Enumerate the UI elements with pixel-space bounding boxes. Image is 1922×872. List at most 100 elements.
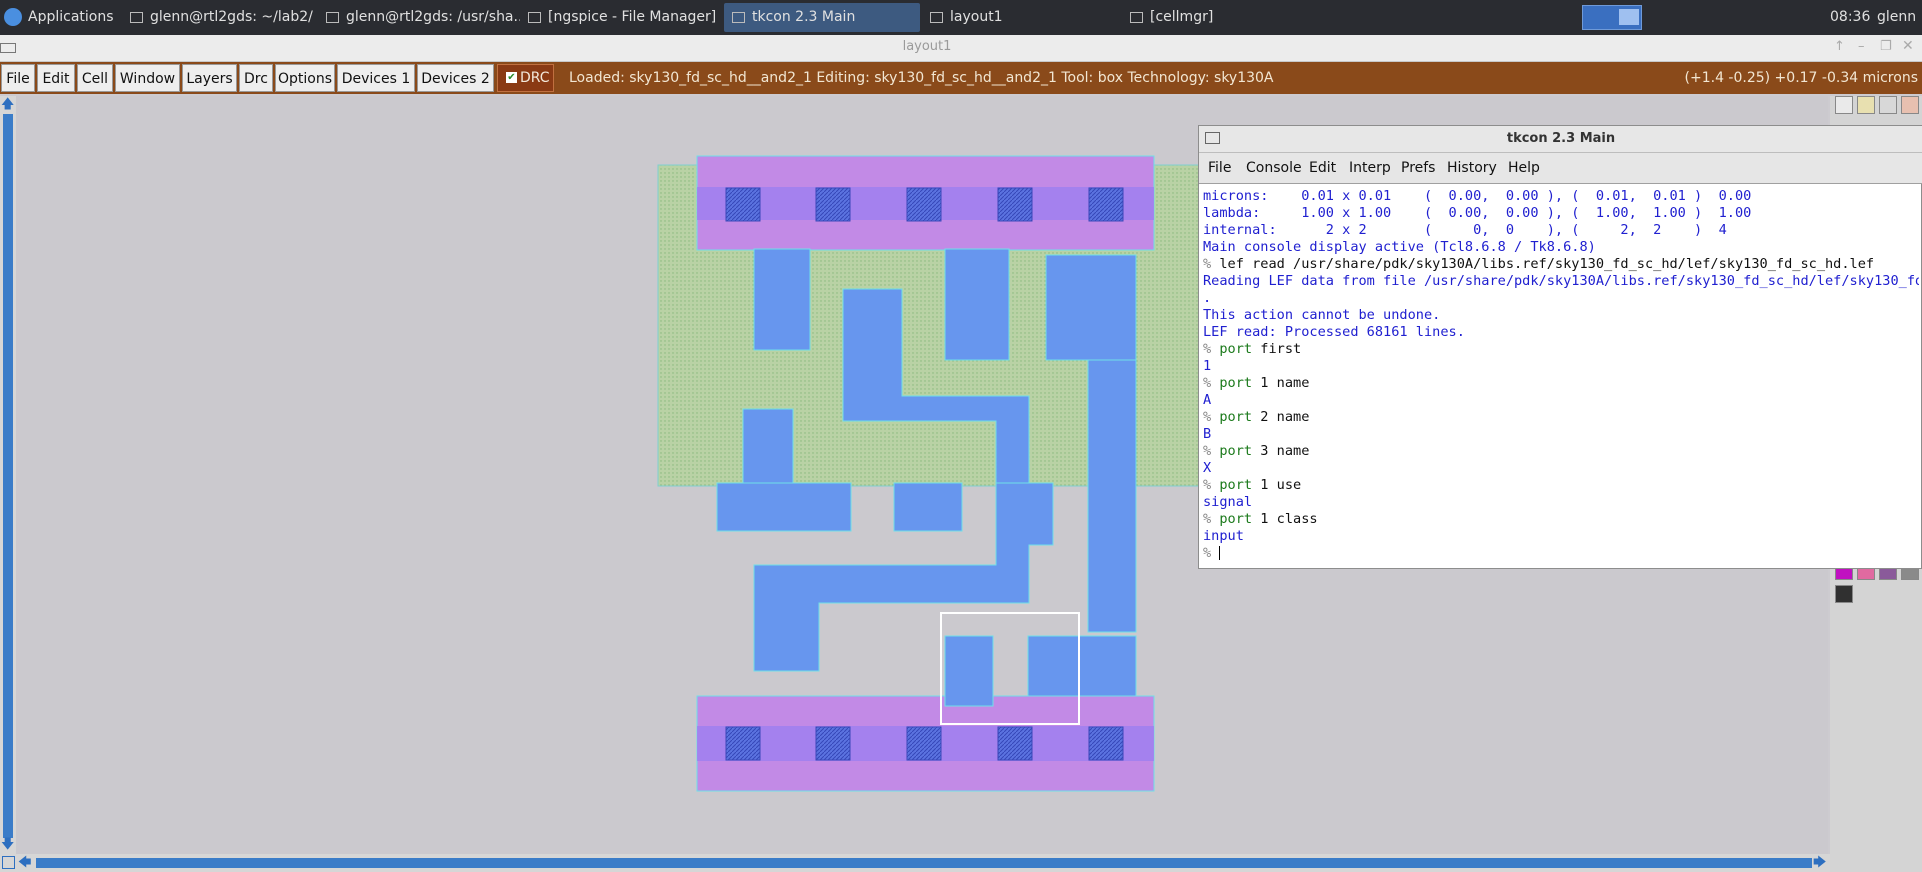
tkcon-menu-console[interactable]: Console bbox=[1246, 153, 1302, 183]
menu-drc[interactable]: Drc bbox=[239, 64, 273, 92]
horizontal-scroll-thumb[interactable] bbox=[36, 858, 1812, 868]
taskbar-item-terminal-1[interactable]: glenn@rtl2gds: ~/lab2/... bbox=[122, 3, 314, 32]
xfce-logo-icon bbox=[4, 8, 22, 26]
console-prompt: % bbox=[1203, 341, 1220, 357]
tkcon-console-output[interactable]: microns: 0.01 x 0.01 ( 0.00, 0.00 ), ( 0… bbox=[1203, 188, 1919, 568]
maximize-icon[interactable]: ❐ bbox=[1880, 39, 1892, 54]
console-line: X bbox=[1203, 460, 1919, 477]
console-input-text: 1 class bbox=[1252, 511, 1318, 527]
console-input-text: 2 name bbox=[1252, 409, 1310, 425]
minimize-icon[interactable]: – bbox=[1858, 39, 1865, 54]
layer-swatch[interactable] bbox=[1835, 585, 1853, 603]
metal1-shape bbox=[753, 248, 811, 351]
layer-swatch[interactable] bbox=[1879, 96, 1897, 114]
menu-devices-2[interactable]: Devices 2 bbox=[417, 64, 494, 92]
metal1-shape bbox=[716, 482, 852, 532]
taskbar-item-cellmgr[interactable]: [cellmgr] bbox=[1122, 3, 1318, 32]
menu-file[interactable]: File bbox=[1, 64, 35, 92]
drc-toggle[interactable]: ✔ DRC bbox=[497, 64, 554, 92]
clock: 08:36 bbox=[1830, 9, 1870, 25]
cursor-coordinates: (+1.4 -0.25) +0.17 -0.34 microns bbox=[1684, 70, 1918, 86]
workspace-switcher[interactable] bbox=[1582, 5, 1642, 30]
tkcon-menu-help[interactable]: Help bbox=[1508, 153, 1540, 183]
vertical-scrollbar[interactable]: 🡅 🡇 bbox=[0, 96, 16, 854]
console-prompt: % bbox=[1203, 511, 1220, 527]
console-output-text: Reading LEF data from file /usr/share/pd… bbox=[1203, 273, 1919, 289]
console-line: % bbox=[1203, 545, 1919, 562]
menu-window[interactable]: Window bbox=[115, 64, 180, 92]
metal1-shape bbox=[944, 635, 994, 707]
taskbar-item-terminal-2[interactable]: glenn@rtl2gds: /usr/sha... bbox=[318, 3, 520, 32]
console-input-text: 3 name bbox=[1252, 443, 1310, 459]
terminal-icon bbox=[326, 11, 339, 23]
console-line: % port 1 use bbox=[1203, 477, 1919, 494]
scroll-left-arrow-icon[interactable]: 🡄 bbox=[18, 854, 31, 872]
console-output-text: lambda: 1.00 x 1.00 ( 0.00, 0.00 ), ( 1.… bbox=[1203, 205, 1752, 221]
via-contact bbox=[815, 726, 851, 761]
metal1-shape bbox=[944, 248, 1010, 361]
terminal-icon bbox=[130, 11, 143, 23]
console-line: A bbox=[1203, 392, 1919, 409]
layer-swatch[interactable] bbox=[1901, 96, 1919, 114]
close-icon[interactable]: ✕ bbox=[1902, 38, 1914, 54]
layer-swatch[interactable] bbox=[1857, 96, 1875, 114]
console-command: port bbox=[1219, 477, 1253, 493]
menu-devices-1[interactable]: Devices 1 bbox=[337, 64, 415, 92]
taskbar-item-tkcon[interactable]: tkcon 2.3 Main bbox=[724, 3, 920, 32]
menu-edit[interactable]: Edit bbox=[37, 64, 75, 92]
window-icon bbox=[930, 11, 943, 23]
menu-layers[interactable]: Layers bbox=[182, 64, 237, 92]
move-up-icon[interactable]: ↑ bbox=[1834, 39, 1845, 54]
layer-swatch[interactable] bbox=[1835, 96, 1853, 114]
menu-cell[interactable]: Cell bbox=[77, 64, 113, 92]
console-line: % port 1 class bbox=[1203, 511, 1919, 528]
console-command: port bbox=[1219, 341, 1253, 357]
tkcon-menu-file[interactable]: File bbox=[1208, 153, 1231, 183]
tkcon-menu-interp[interactable]: Interp bbox=[1349, 153, 1391, 183]
folder-icon bbox=[528, 11, 541, 23]
tkcon-titlebar: tkcon 2.3 Main bbox=[1199, 126, 1922, 153]
via-contact bbox=[725, 726, 761, 761]
console-output-text: Main console display active (Tcl8.6.8 / … bbox=[1203, 239, 1596, 255]
console-output-text: X bbox=[1203, 460, 1212, 476]
window-icon bbox=[1130, 11, 1143, 23]
taskbar-item-layout1[interactable]: layout1 bbox=[922, 3, 1118, 32]
workspace-2[interactable] bbox=[1619, 9, 1639, 25]
console-line: B bbox=[1203, 426, 1919, 443]
applications-menu[interactable]: Applications bbox=[4, 3, 116, 32]
tkcon-menu-edit[interactable]: Edit bbox=[1309, 153, 1336, 183]
console-line: lambda: 1.00 x 1.00 ( 0.00, 0.00 ), ( 1.… bbox=[1203, 205, 1919, 222]
console-input-text: 1 use bbox=[1252, 477, 1302, 493]
vertical-scroll-thumb[interactable] bbox=[3, 114, 13, 838]
taskbar-item-file-manager[interactable]: [ngspice - File Manager] bbox=[520, 3, 720, 32]
horizontal-scrollbar[interactable]: 🡄 🡆 bbox=[0, 854, 1830, 872]
console-line: This action cannot be undone. bbox=[1203, 307, 1919, 324]
console-output-text: . bbox=[1203, 290, 1212, 306]
tkcon-menu-history[interactable]: History bbox=[1447, 153, 1497, 183]
console-command: port bbox=[1219, 511, 1253, 527]
console-output-text: 1 bbox=[1203, 358, 1212, 374]
console-line: Main console display active (Tcl8.6.8 / … bbox=[1203, 239, 1919, 256]
console-line: LEF read: Processed 68161 lines. bbox=[1203, 324, 1919, 341]
tkcon-menu-prefs[interactable]: Prefs bbox=[1401, 153, 1435, 183]
scroll-down-arrow-icon[interactable]: 🡇 bbox=[1, 838, 15, 852]
console-output-text: B bbox=[1203, 426, 1212, 442]
console-prompt: % bbox=[1203, 256, 1220, 272]
console-output-text: input bbox=[1203, 528, 1244, 544]
console-output-text: A bbox=[1203, 392, 1212, 408]
console-line: 1 bbox=[1203, 358, 1919, 375]
console-line: . bbox=[1203, 290, 1919, 307]
console-prompt: % bbox=[1203, 443, 1220, 459]
menu-options[interactable]: Options bbox=[275, 64, 335, 92]
console-prompt: % bbox=[1203, 477, 1220, 493]
console-line: % port first bbox=[1203, 341, 1919, 358]
console-output-text: This action cannot be undone. bbox=[1203, 307, 1441, 323]
scroll-right-arrow-icon[interactable]: 🡆 bbox=[1813, 854, 1826, 872]
console-line: Reading LEF data from file /usr/share/pd… bbox=[1203, 273, 1919, 290]
user-label: glenn bbox=[1877, 9, 1917, 25]
console-command: port bbox=[1219, 375, 1253, 391]
scroll-up-arrow-icon[interactable]: 🡅 bbox=[1, 98, 15, 112]
text-cursor bbox=[1219, 546, 1221, 560]
zoom-box-icon[interactable] bbox=[2, 856, 15, 869]
console-line: input bbox=[1203, 528, 1919, 545]
